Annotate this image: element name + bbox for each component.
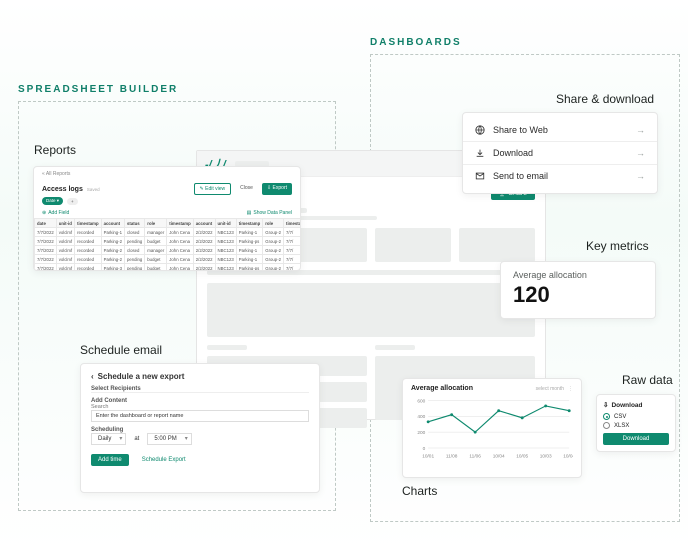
table-header: timestamp bbox=[75, 219, 102, 228]
table-header: unit-id bbox=[215, 219, 236, 228]
table-row[interactable]: 7/7/2022volclmfrecordedParking-2pendingb… bbox=[35, 255, 302, 264]
schedule-title: ‹Schedule a new export bbox=[91, 372, 309, 381]
share-item-web[interactable]: Share to Web → bbox=[463, 119, 657, 141]
download-button[interactable]: Download bbox=[603, 433, 669, 445]
edit-view-button[interactable]: ✎ Edit view bbox=[194, 183, 232, 195]
chart-card: Average allocation select month ⋮ 0 200 40… bbox=[402, 378, 582, 478]
reports-label: Reports bbox=[34, 143, 76, 157]
report-table: dateunit-idtimestampaccountstatusroletim… bbox=[34, 218, 301, 271]
svg-text:10/04: 10/04 bbox=[563, 454, 573, 460]
table-header: timestamp bbox=[167, 219, 194, 228]
table-header: date bbox=[35, 219, 57, 228]
svg-text:600: 600 bbox=[417, 398, 425, 404]
schedule-export-button[interactable]: Schedule Export bbox=[135, 454, 193, 466]
globe-icon bbox=[475, 125, 485, 135]
share-item-download[interactable]: Download → bbox=[463, 141, 657, 164]
schedule-email-label: Schedule email bbox=[80, 343, 162, 357]
raw-option[interactable]: CSV bbox=[603, 413, 669, 420]
table-header: account bbox=[193, 219, 215, 228]
share-item-label: Send to email bbox=[493, 171, 548, 181]
raw-option-label: CSV bbox=[614, 414, 626, 420]
download-icon bbox=[475, 148, 485, 158]
download-icon: ⇩ bbox=[603, 401, 608, 409]
raw-title: ⇩Download bbox=[603, 401, 669, 409]
arrow-right-icon: → bbox=[636, 171, 645, 181]
date-filter-pill[interactable]: Date ▾ bbox=[42, 197, 63, 205]
svg-text:11/06: 11/06 bbox=[469, 454, 481, 460]
export-button[interactable]: ⇩ Export bbox=[262, 183, 292, 195]
report-title: Access logs bbox=[42, 186, 83, 193]
svg-text:10/05: 10/05 bbox=[516, 454, 528, 460]
at-label: at bbox=[134, 436, 139, 442]
chart-title: Average allocation bbox=[411, 385, 473, 392]
mail-icon bbox=[475, 171, 485, 181]
raw-data-label: Raw data bbox=[622, 373, 673, 387]
table-header: unit-id bbox=[56, 219, 74, 228]
table-header: role bbox=[145, 219, 167, 228]
add-field-button[interactable]: ⊕ Add Field bbox=[42, 210, 69, 216]
table-header: timestamp bbox=[236, 219, 263, 228]
frequency-select[interactable]: Daily bbox=[91, 433, 126, 445]
add-filter-pill[interactable]: + bbox=[67, 198, 78, 205]
share-download-label: Share & download bbox=[556, 92, 654, 106]
svg-text:10/04: 10/04 bbox=[493, 454, 505, 460]
table-row[interactable]: 7/7/2022volclmfrecordedParking-2closedma… bbox=[35, 246, 302, 255]
line-chart: 0 200 400 600 10/01 11/08 11/06 10/04 10/05 10/03… bbox=[411, 395, 573, 461]
arrow-right-icon: → bbox=[636, 148, 645, 158]
show-data-panel-button[interactable]: ▤ Show Data Panel bbox=[247, 210, 292, 216]
key-metrics-label: Key metrics bbox=[586, 239, 649, 253]
table-row[interactable]: 7/7/2022volclmfrecordedParking-3pendingb… bbox=[35, 264, 302, 272]
schedule-email-card: ‹Schedule a new export Select Recipients… bbox=[80, 363, 320, 493]
reports-card: « All Reports Access logs Saved ✎ Edit v… bbox=[33, 166, 301, 271]
time-select[interactable]: 5:00 PM bbox=[147, 433, 191, 445]
charts-label: Charts bbox=[402, 484, 437, 498]
table-header: status bbox=[125, 219, 145, 228]
radio-icon bbox=[603, 413, 610, 420]
table-row[interactable]: 7/7/2022volclmfrecordedParking-2pendingb… bbox=[35, 237, 302, 246]
key-metric-card: Average allocation 120 bbox=[500, 261, 656, 319]
close-button[interactable]: Close bbox=[235, 183, 258, 195]
table-header: timestamp bbox=[284, 219, 301, 228]
table-row[interactable]: 7/7/2022volclmfrecordedParking-1closedma… bbox=[35, 228, 302, 237]
svg-text:0: 0 bbox=[423, 446, 426, 452]
spreadsheet-section-title: SPREADSHEET BUILDER bbox=[18, 84, 178, 95]
share-download-panel: Share to Web → Download → Send to email … bbox=[462, 112, 658, 194]
add-time-button[interactable]: Add time bbox=[91, 454, 129, 466]
table-header: account bbox=[101, 219, 124, 228]
share-item-email[interactable]: Send to email → bbox=[463, 164, 657, 187]
metric-title: Average allocation bbox=[513, 270, 643, 280]
arrow-right-icon: → bbox=[636, 125, 645, 135]
raw-option[interactable]: XLSX bbox=[603, 422, 669, 429]
share-item-label: Share to Web bbox=[493, 125, 548, 135]
raw-option-label: XLSX bbox=[614, 423, 629, 429]
svg-text:11/08: 11/08 bbox=[446, 454, 458, 460]
share-item-label: Download bbox=[493, 148, 533, 158]
saved-status: Saved bbox=[87, 187, 100, 192]
table-header: role bbox=[263, 219, 284, 228]
kebab-icon[interactable]: ⋮ bbox=[568, 386, 573, 392]
raw-data-card: ⇩Download CSV XLSX Download bbox=[596, 394, 676, 452]
svg-text:10/03: 10/03 bbox=[540, 454, 552, 460]
month-select[interactable]: select month bbox=[536, 386, 564, 392]
svg-text:10/01: 10/01 bbox=[422, 454, 434, 460]
svg-text:200: 200 bbox=[417, 430, 425, 436]
dashboards-section-title: DASHBOARDS bbox=[370, 37, 462, 48]
svg-text:400: 400 bbox=[417, 414, 425, 420]
search-input[interactable]: Enter the dashboard or report name bbox=[91, 410, 309, 422]
radio-icon bbox=[603, 422, 610, 429]
breadcrumb[interactable]: « All Reports bbox=[34, 167, 300, 177]
metric-value: 120 bbox=[513, 282, 643, 308]
